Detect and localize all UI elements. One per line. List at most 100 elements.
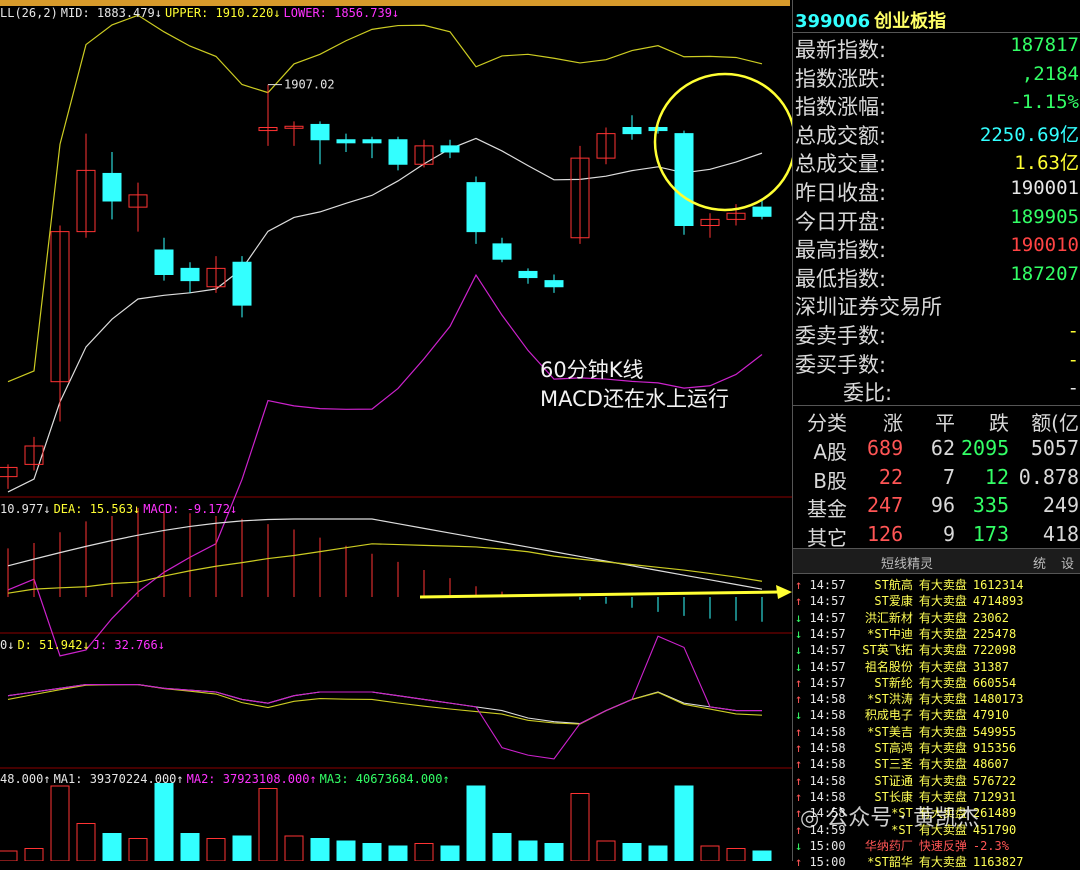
wechat-icon: ◎ (800, 806, 820, 831)
signal-stock-name: ST英飞拓 (862, 643, 913, 658)
candle-body (622, 127, 642, 135)
signal-item[interactable]: ↑ 15:00 *ST韶华 有大卖盘 1163827 (795, 853, 1023, 869)
breadth-row: 基金 247 96 335 249 (793, 493, 1080, 521)
signal-item[interactable]: ↓ 14:57 ST英飞拓 有大卖盘 722098 (795, 641, 1016, 657)
signal-volume: 1480173 (972, 692, 1024, 707)
signal-action: 快速反弹 (918, 838, 967, 853)
candle-body (674, 133, 694, 226)
signal-action: 有大卖盘 (918, 578, 967, 592)
signal-stock-name: ST爱康 (874, 594, 913, 609)
kdj-header-item: J: 32.766↓ (92, 638, 165, 652)
breadth-cell-cat: A股 (813, 440, 847, 464)
signal-volume: 1612314 (972, 578, 1024, 592)
watermark-text: 公众号 · 黄凯杰 (826, 806, 980, 831)
signal-stock-name: 洪汇新材 (864, 610, 913, 625)
quote-label: 指数涨幅: (795, 95, 887, 120)
macd-header-item: 10.977↓ (0, 502, 51, 516)
vol-header-item: MA2: 37923108.000↑ (186, 772, 317, 786)
chart-area[interactable]: 1907.02 (0, 0, 792, 861)
signal-item[interactable]: ↓ 14:57 洪汇新材 有大卖盘 23062 (795, 609, 1009, 625)
breadth-cell-cat: 其它 (807, 525, 847, 550)
signal-volume: 31387 (972, 659, 1009, 674)
volume-bar (0, 850, 18, 861)
signal-item[interactable]: ↓ 14:57 祖名股份 有大卖盘 31387 (795, 658, 1009, 674)
kdj-d-line (7, 684, 763, 725)
volume-bar (518, 840, 538, 861)
signal-item[interactable]: ↑ 14:58 ST三圣 有大卖盘 48607 (795, 755, 1009, 771)
volume-bar (128, 838, 148, 861)
breadth-header: 涨 (883, 411, 903, 435)
signal-item[interactable]: ↑ 14:57 ST爱康 有大卖盘 4714893 (795, 592, 1023, 608)
signal-stock-name: ST新纶 (874, 675, 913, 690)
signal-volume: 915356 (972, 741, 1017, 755)
quote-label: 委卖手数: (795, 324, 887, 348)
quote-value: - (1067, 377, 1079, 400)
signal-time: 14:57 (802, 643, 846, 658)
quote-value: 2250.69亿 (979, 123, 1079, 146)
signal-item[interactable]: ↑ 14:58 *ST美吉 有大卖盘 549955 (795, 723, 1016, 739)
tab-stats[interactable]: 统 (1033, 553, 1046, 572)
signal-volume: 549955 (972, 724, 1017, 739)
signal-action: 有大卖盘 (918, 855, 967, 870)
breadth-header: 跌 (989, 411, 1009, 435)
volume-bar (232, 835, 252, 861)
signal-volume: 47910 (972, 708, 1009, 723)
quote-label: 最新指数: (795, 38, 887, 62)
macd-header-item: DEA: 15.563↓ (53, 502, 141, 516)
quote-row: 指数涨跌: ,2184 (795, 63, 1079, 91)
signal-item[interactable]: ↑ 14:58 ST证通 有大卖盘 576722 (795, 772, 1016, 788)
quote-value: 189905 (1010, 205, 1079, 228)
signal-item[interactable]: ↓ 14:57 *ST中迪 有大卖盘 225478 (795, 625, 1016, 641)
signal-item[interactable]: ↑ 14:57 ST航高 有大卖盘 1612314 (795, 576, 1023, 592)
breadth-cell-up: 126 (867, 521, 904, 546)
signal-time: 14:58 (802, 708, 846, 723)
volume-bar (674, 785, 694, 861)
signal-volume: 712931 (972, 789, 1017, 804)
quote-value: 187817 (1010, 34, 1079, 56)
vol-header-item: MA1: 39370224.000↑ (53, 772, 184, 786)
peak-price-label: 1907.02 (284, 78, 335, 92)
signal-time: 15:00 (802, 838, 846, 853)
signal-time: 14:58 (802, 741, 846, 755)
boll-header-item: MID: 1883.479↓ (60, 6, 162, 20)
breadth-header-row: 分类 涨 平 跌额(亿 (793, 407, 1080, 435)
quote-label: 委买手数: (795, 352, 887, 377)
volume-bar (700, 845, 720, 861)
signal-stock-name: ST高鸿 (874, 741, 913, 755)
quote-label: 总成交额: (795, 123, 887, 148)
breadth-header: 额(亿 (1031, 411, 1079, 435)
index-title: 399006 创业板指 (795, 7, 946, 33)
signal-item[interactable]: ↓ 14:58 积成电子 有大卖盘 47910 (795, 706, 1009, 722)
macd-header: 10.977↓ DEA: 15.563↓ MACD: -9.172↓ (0, 502, 240, 516)
macd-header-item: MACD: -9.172↓ (143, 502, 238, 516)
signal-item[interactable]: ↑ 14:58 ST高鸿 有大卖盘 915356 (795, 739, 1016, 755)
volume-bar (336, 840, 356, 861)
quote-label: 指数涨跌: (795, 66, 887, 91)
candle-body (310, 123, 330, 141)
signal-item[interactable]: ↑ 14:57 ST新纶 有大卖盘 660554 (795, 674, 1016, 690)
signal-stock-name: ST证通 (874, 773, 913, 788)
annotation-line-1: 60分钟K线 (540, 358, 644, 382)
breadth-cell-up: 247 (867, 493, 904, 518)
signal-time: 14:57 (802, 659, 846, 674)
signal-stock-name: *ST韶华 (867, 855, 913, 870)
signal-action: 有大卖盘 (918, 773, 967, 788)
quote-row: 深圳证券交易所 (795, 291, 1079, 319)
breadth-cell-cat: 基金 (807, 497, 847, 522)
signal-item[interactable]: ↓ 15:00 华纳药厂 快速反弹 -2.3% (795, 837, 1009, 853)
volume-bar (466, 785, 486, 861)
volume-bar (492, 833, 512, 861)
signal-item[interactable]: ↑ 14:58 *ST洪涛 有大卖盘 1480173 (795, 690, 1023, 706)
volume-bar (752, 850, 772, 861)
quote-value: 190001 (1010, 177, 1079, 199)
boll-header: LL(26,2) MID: 1883.479↓ UPPER: 1910.220↓ LO… (0, 6, 402, 20)
quote-value: 187207 (1010, 262, 1079, 285)
tab-short-line-sprite[interactable]: 短线精灵 (881, 553, 933, 572)
breadth-cell-down: 335 (972, 493, 1009, 518)
kdj-header: 0↓ D: 51.942↓ J: 32.766↓ (0, 638, 168, 652)
tab-settings[interactable]: 设 (1061, 553, 1074, 572)
breadth-cell-amt: 0.878 (1018, 464, 1079, 489)
quote-label: 今日开盘: (795, 209, 887, 234)
signal-volume: 23062 (972, 610, 1009, 625)
candle-body (648, 127, 668, 132)
